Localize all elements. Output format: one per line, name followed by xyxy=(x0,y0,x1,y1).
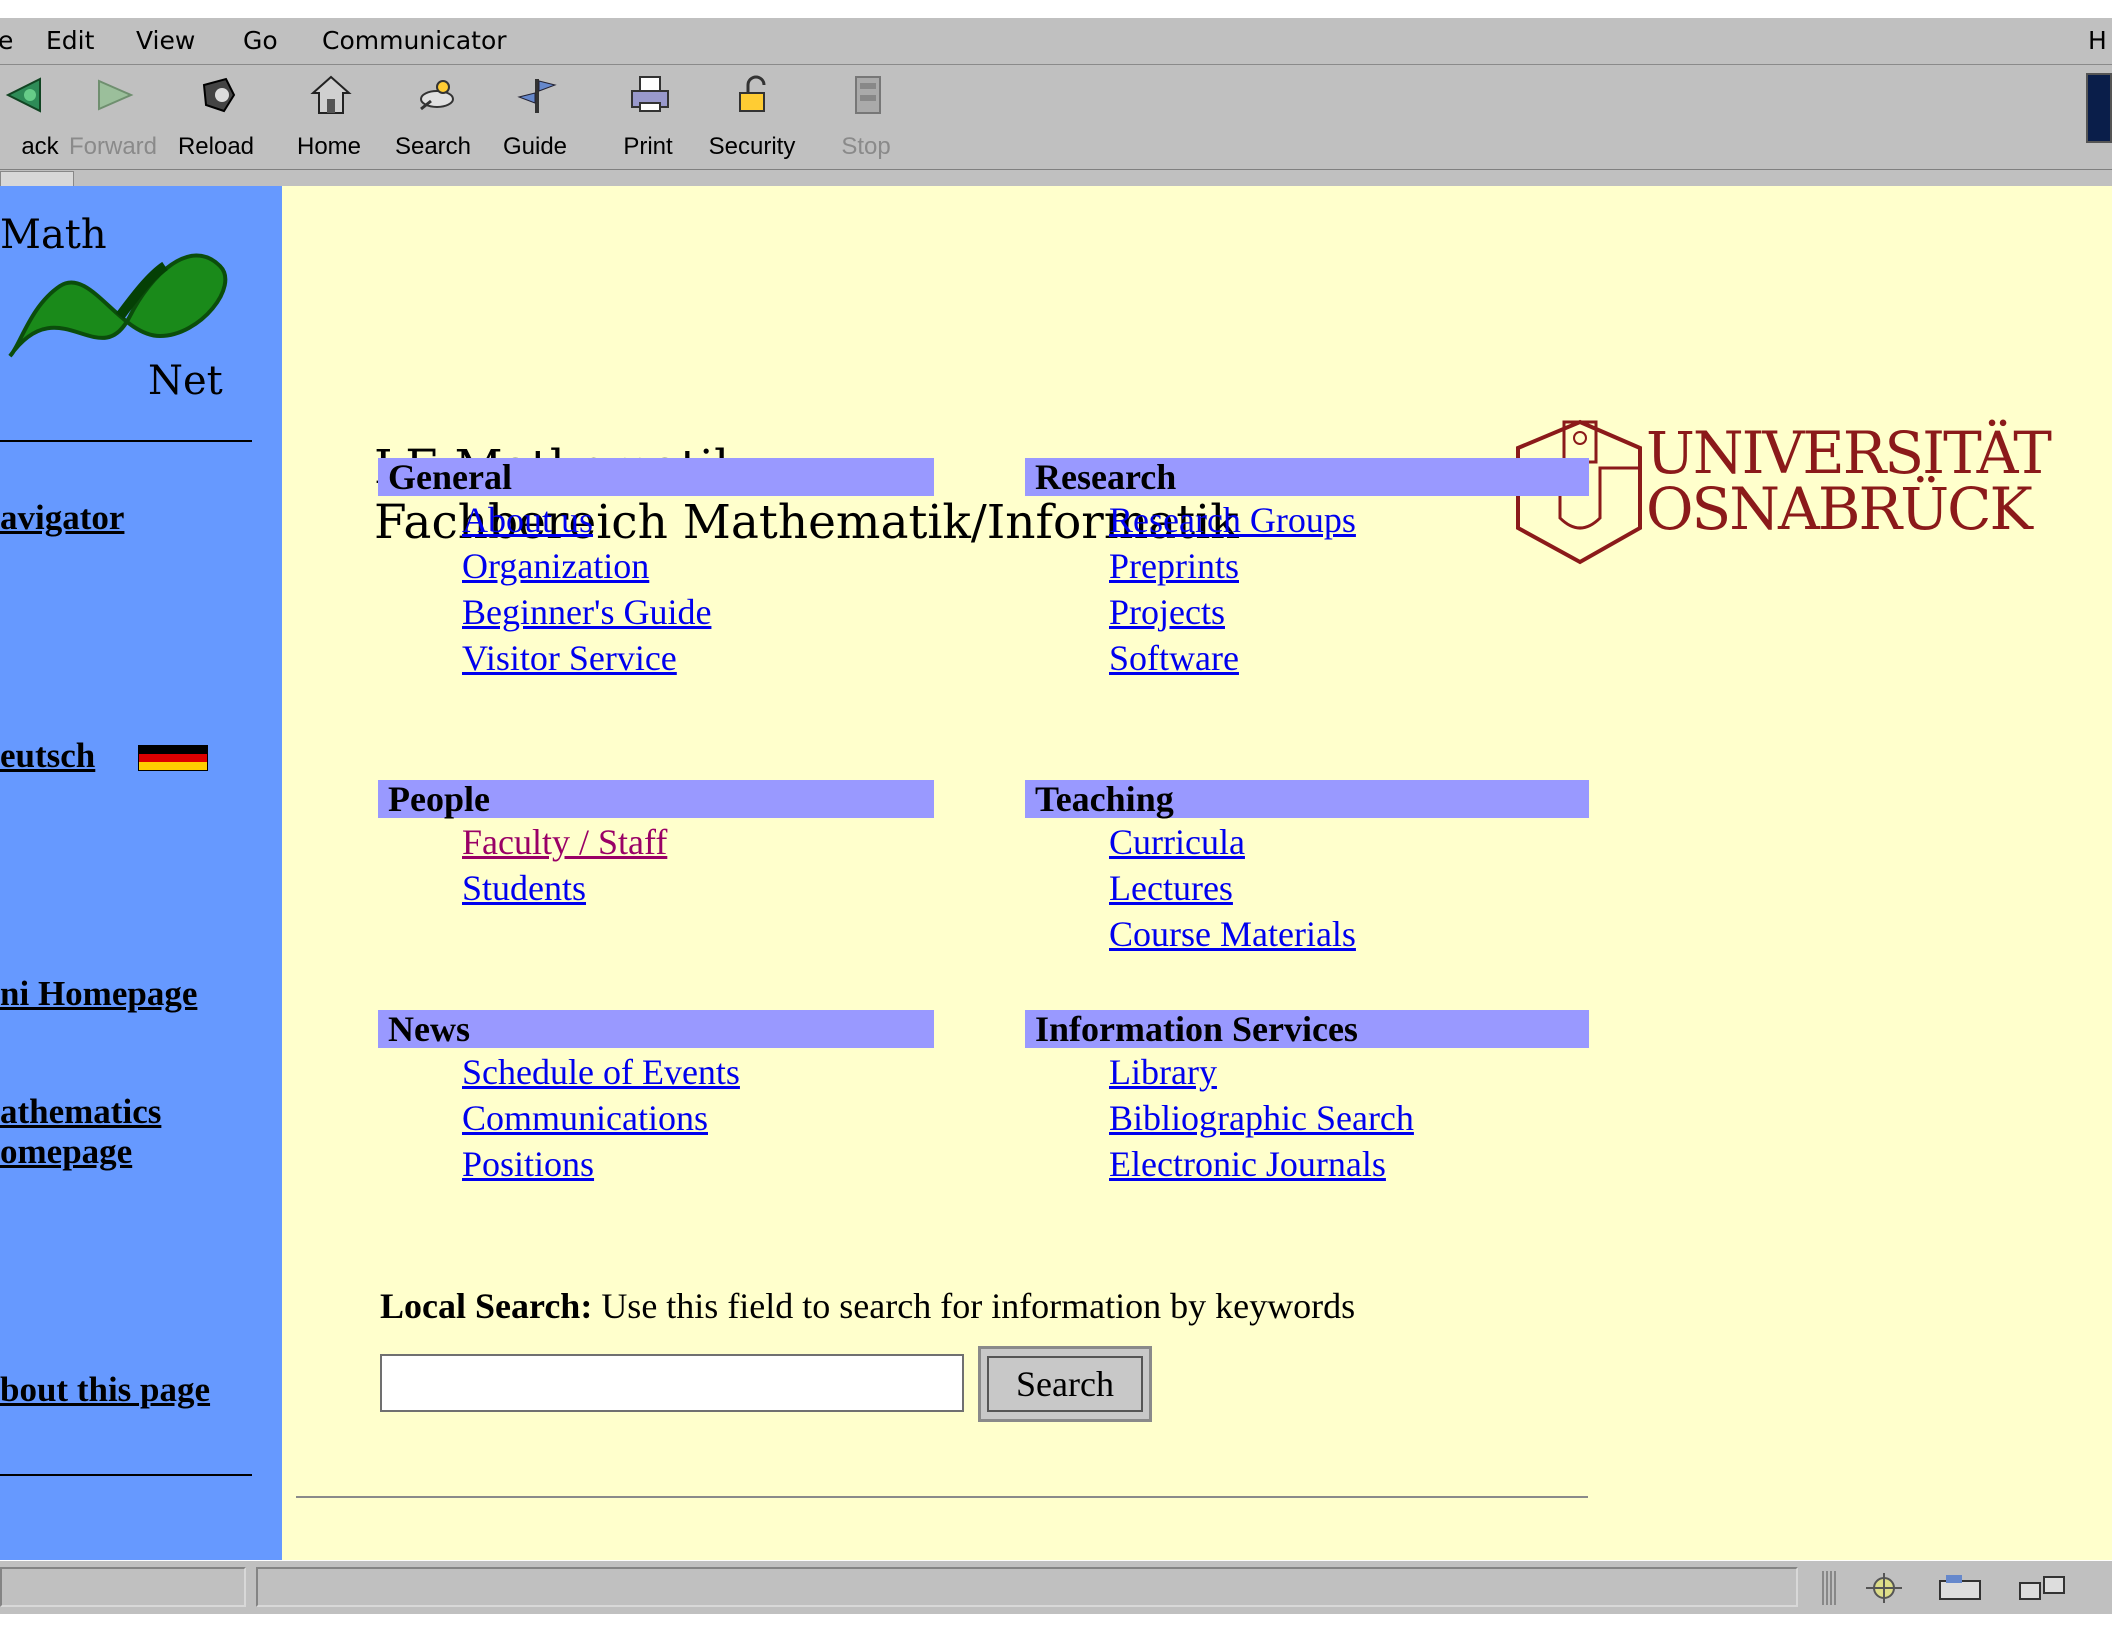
link-bibliographic-search[interactable]: Bibliographic Search xyxy=(1109,1098,1414,1138)
menu-help[interactable]: H xyxy=(2088,26,2107,55)
search-input[interactable] xyxy=(380,1354,964,1412)
menu-file[interactable]: e xyxy=(0,26,13,55)
stop-label: Stop xyxy=(841,133,891,160)
printer-icon xyxy=(631,76,669,112)
sidebar-link-uni-homepage[interactable]: ni Homepage xyxy=(0,974,197,1014)
forward-arrow-icon xyxy=(98,79,134,111)
stop-icon xyxy=(855,76,881,114)
sidebar-link-deutsch[interactable]: eutsch xyxy=(0,736,95,776)
statusbar-grip xyxy=(1822,1571,1836,1605)
link-course-materials[interactable]: Course Materials xyxy=(1109,914,1356,954)
german-flag-icon[interactable] xyxy=(138,745,208,771)
search-toolbar-button[interactable]: Search xyxy=(393,69,473,161)
menu-edit[interactable]: Edit xyxy=(46,26,94,55)
status-message-pane xyxy=(256,1567,1798,1607)
section-header-information-services: Information Services xyxy=(1025,1010,1589,1048)
composer-icon[interactable] xyxy=(2016,1571,2072,1605)
reload-button[interactable]: Reload xyxy=(176,69,256,161)
menu-communicator[interactable]: Communicator xyxy=(322,26,507,55)
search-icon xyxy=(420,80,454,111)
mail-icon[interactable] xyxy=(1936,1571,1992,1605)
link-visitor-service[interactable]: Visitor Service xyxy=(462,638,677,678)
back-arrow-icon xyxy=(5,77,41,113)
status-bar xyxy=(0,1560,2112,1615)
link-curricula[interactable]: Curricula xyxy=(1109,822,1245,862)
window-bottom-strip xyxy=(0,1614,2112,1632)
link-research-groups[interactable]: Research Groups xyxy=(1109,500,1356,540)
university-name-line2: OSNABRÜCK xyxy=(1646,475,2033,543)
link-lectures[interactable]: Lectures xyxy=(1109,868,1233,908)
link-positions[interactable]: Positions xyxy=(462,1144,594,1184)
toolbar-collapse-grip[interactable] xyxy=(0,171,74,187)
sidebar: Math Net avigator eutsch ni Homepage ath… xyxy=(0,186,282,1560)
university-logo[interactable]: UNIVERSITÄT OSNABRÜCK xyxy=(1510,418,2070,568)
local-search-label: Local Search: xyxy=(380,1286,593,1326)
link-software[interactable]: Software xyxy=(1109,638,1239,678)
mathnet-logo-bottom-text: Net xyxy=(148,358,223,404)
padlock-icon xyxy=(739,75,766,112)
link-schedule-of-events[interactable]: Schedule of Events xyxy=(462,1052,740,1092)
sidebar-link-mathematics[interactable]: athematics xyxy=(0,1092,161,1132)
menu-bar: e Edit View Go Communicator H xyxy=(0,18,2112,65)
link-beginners-guide[interactable]: Beginner's Guide xyxy=(462,592,711,632)
local-search-description: Local Search: Use this field to search f… xyxy=(380,1285,1355,1327)
link-about-us[interactable]: About us xyxy=(462,500,593,540)
link-organization[interactable]: Organization xyxy=(462,546,649,586)
stop-button[interactable]: Stop xyxy=(826,69,906,161)
link-library[interactable]: Library xyxy=(1109,1052,1217,1092)
sidebar-link-navigator[interactable]: avigator xyxy=(0,498,124,538)
sidebar-divider-top xyxy=(0,440,252,442)
link-faculty-staff[interactable]: Faculty / Staff xyxy=(462,822,667,862)
network-icon[interactable] xyxy=(1860,1571,1908,1605)
security-button[interactable]: Security xyxy=(709,69,795,161)
navigation-toolbar: ack Forward Reload Home Search Guide Pri… xyxy=(0,65,2112,170)
print-button[interactable]: Print xyxy=(608,69,688,161)
section-header-teaching: Teaching xyxy=(1025,780,1589,818)
home-icon xyxy=(310,75,352,114)
security-status-pane xyxy=(0,1567,246,1607)
section-header-news: News xyxy=(378,1010,934,1048)
link-students[interactable]: Students xyxy=(462,868,586,908)
section-header-general: General xyxy=(378,458,934,496)
link-communications[interactable]: Communications xyxy=(462,1098,708,1138)
sidebar-link-about-this-page[interactable]: bout this page xyxy=(0,1370,210,1410)
forward-button[interactable]: Forward xyxy=(69,69,157,161)
content-divider xyxy=(296,1496,1588,1498)
menu-view[interactable]: View xyxy=(136,26,195,55)
university-name-line1: UNIVERSITÄT xyxy=(1646,419,2052,487)
sidebar-divider-bottom xyxy=(0,1474,252,1476)
link-electronic-journals[interactable]: Electronic Journals xyxy=(1109,1144,1386,1184)
page-content: Math Net avigator eutsch ni Homepage ath… xyxy=(0,186,2112,1560)
local-search-hint: Use this field to search for information… xyxy=(592,1286,1356,1326)
link-projects[interactable]: Projects xyxy=(1109,592,1225,632)
home-button[interactable]: Home xyxy=(289,69,369,161)
section-header-people: People xyxy=(378,780,934,818)
guide-icon xyxy=(517,79,557,113)
link-preprints[interactable]: Preprints xyxy=(1109,546,1239,586)
search-button-label: Search xyxy=(987,1356,1143,1412)
section-header-research: Research xyxy=(1025,458,1589,496)
throbber xyxy=(2086,73,2112,143)
reload-icon xyxy=(202,77,236,113)
guide-button[interactable]: Guide xyxy=(495,69,575,161)
search-button[interactable]: Search xyxy=(978,1346,1152,1422)
menu-go[interactable]: Go xyxy=(243,26,278,55)
window-top-strip xyxy=(0,0,2112,18)
sidebar-link-homepage[interactable]: omepage xyxy=(0,1132,132,1172)
